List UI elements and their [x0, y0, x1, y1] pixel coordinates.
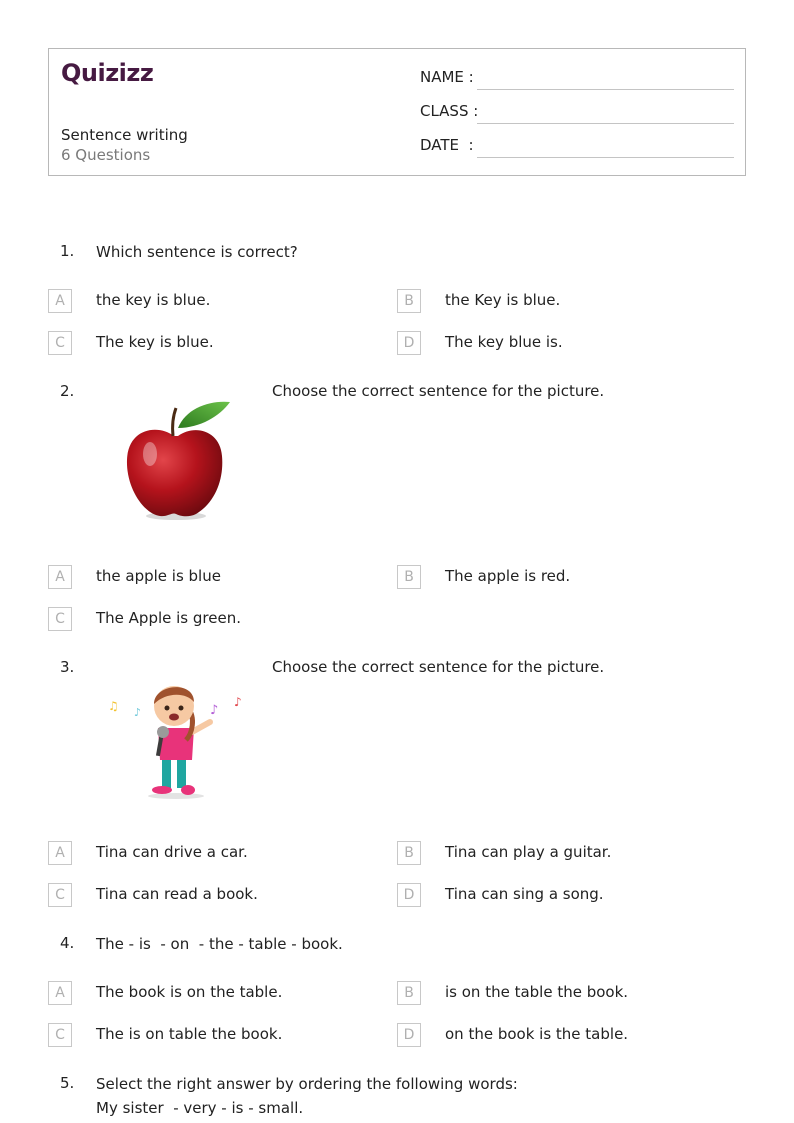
- date-input-line[interactable]: [477, 157, 734, 158]
- apple-image: [126, 401, 230, 520]
- option-text: the apple is blue: [96, 567, 221, 585]
- name-field[interactable]: NAME :: [420, 68, 734, 92]
- question-text: Choose the correct sentence for the pict…: [272, 382, 605, 400]
- option-text: The Apple is green.: [96, 609, 241, 627]
- option-letter-box[interactable]: D: [397, 883, 421, 907]
- option-letter-box[interactable]: B: [397, 565, 421, 589]
- option-letter-box[interactable]: D: [397, 1023, 421, 1047]
- question-number: 3.: [60, 658, 75, 676]
- svg-text:♪: ♪: [134, 706, 141, 719]
- question-text: Which sentence is correct?: [96, 243, 298, 261]
- name-label: NAME :: [420, 68, 474, 86]
- option-letter-box[interactable]: A: [48, 565, 72, 589]
- option-letter-box[interactable]: A: [48, 289, 72, 313]
- date-field[interactable]: DATE :: [420, 136, 734, 160]
- worksheet-title: Sentence writing: [61, 126, 188, 144]
- question-number: 2.: [60, 382, 75, 400]
- option-text: the key is blue.: [96, 291, 211, 309]
- class-field[interactable]: CLASS :: [420, 102, 734, 126]
- question-text-line-2: My sister - very - is - small.: [96, 1099, 304, 1117]
- option-letter-box[interactable]: C: [48, 1023, 72, 1047]
- svg-text:♪: ♪: [210, 703, 218, 718]
- option-letter-box[interactable]: C: [48, 607, 72, 631]
- singing-girl-image: ♫ ♪ ♪ ♪: [108, 686, 242, 799]
- option-text: is on the table the book.: [445, 983, 629, 1001]
- question-text: Choose the correct sentence for the pict…: [272, 658, 605, 676]
- class-input-line[interactable]: [477, 123, 734, 124]
- svg-text:♫: ♫: [108, 699, 119, 713]
- option-text: The key blue is.: [445, 333, 563, 351]
- date-label: DATE :: [420, 136, 474, 154]
- option-text: Tina can sing a song.: [445, 885, 604, 903]
- quizizz-logo: Quizizz: [61, 59, 154, 87]
- question-text: Select the right answer by ordering the …: [96, 1075, 518, 1093]
- option-letter-box[interactable]: D: [397, 331, 421, 355]
- option-text: The key is blue.: [96, 333, 214, 351]
- option-text: on the book is the table.: [445, 1025, 629, 1043]
- question-number: 5.: [60, 1074, 75, 1092]
- option-text: The is on table the book.: [96, 1025, 283, 1043]
- option-letter-box[interactable]: B: [397, 289, 421, 313]
- option-letter-box[interactable]: A: [48, 841, 72, 865]
- option-text: The book is on the table.: [96, 983, 283, 1001]
- option-text: The apple is red.: [445, 567, 571, 585]
- option-letter-box[interactable]: C: [48, 883, 72, 907]
- name-input-line[interactable]: [477, 89, 734, 90]
- option-text: Tina can read a book.: [96, 885, 258, 903]
- question-text: The - is - on - the - table - book.: [96, 935, 343, 953]
- option-text: Tina can play a guitar.: [445, 843, 612, 861]
- question-count: 6 Questions: [61, 146, 151, 164]
- option-letter-box[interactable]: B: [397, 841, 421, 865]
- option-letter-box[interactable]: C: [48, 331, 72, 355]
- option-letter-box[interactable]: B: [397, 981, 421, 1005]
- svg-text:♪: ♪: [234, 695, 242, 709]
- option-text: Tina can drive a car.: [96, 843, 248, 861]
- option-letter-box[interactable]: A: [48, 981, 72, 1005]
- option-text: the Key is blue.: [445, 291, 561, 309]
- worksheet-header: Quizizz Sentence writing 6 Questions NAM…: [48, 48, 746, 176]
- question-number: 4.: [60, 934, 75, 952]
- class-label: CLASS :: [420, 102, 479, 120]
- question-number: 1.: [60, 242, 75, 260]
